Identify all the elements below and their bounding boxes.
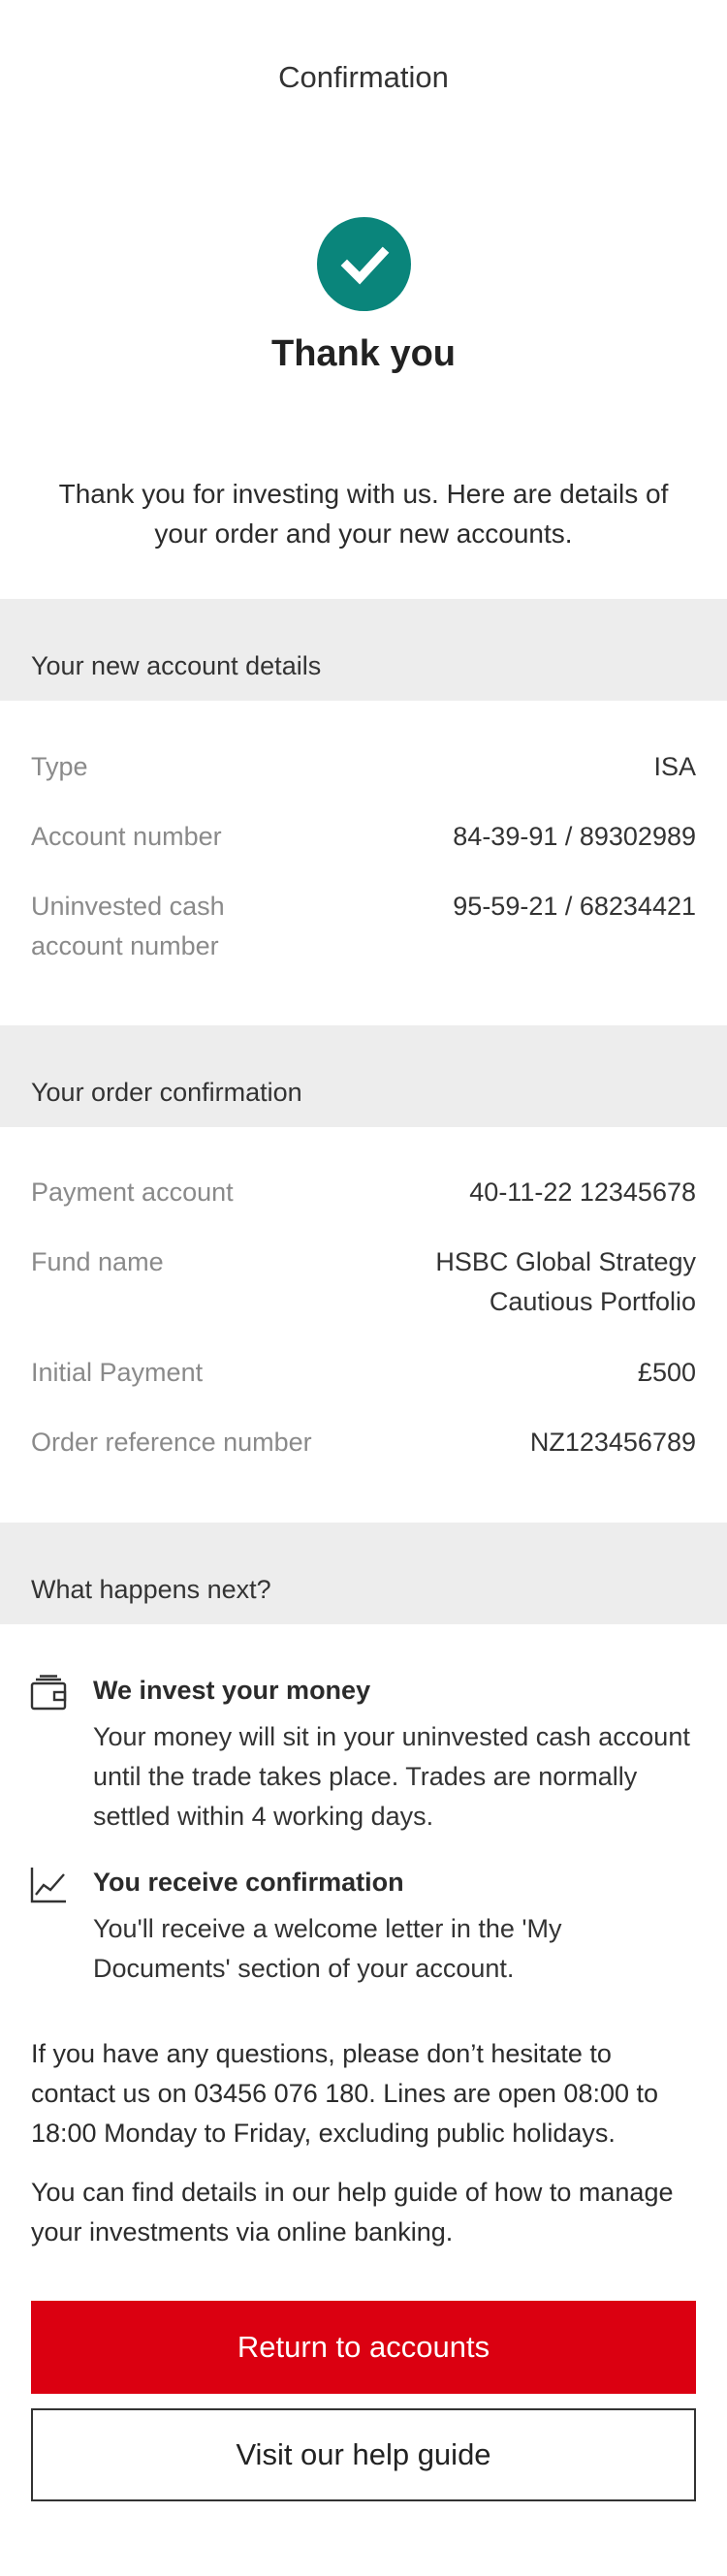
visit-help-guide-button[interactable]: Visit our help guide xyxy=(31,2408,696,2501)
page-title: Confirmation xyxy=(278,60,449,94)
account-type-label: Type xyxy=(31,752,88,781)
account-type-value: ISA xyxy=(653,752,696,781)
uninvested-cash-value: 95-59-21 / 68234421 xyxy=(453,892,696,921)
initial-payment-value: £500 xyxy=(637,1358,696,1387)
fund-name-value: HSBC Global Strategy Cautious Portfolio xyxy=(435,1242,696,1322)
step-invest-title: We invest your money xyxy=(93,1676,371,1705)
order-reference-value: NZ123456789 xyxy=(529,1428,696,1457)
uninvested-cash-label-line1: Uninvested cash xyxy=(31,892,225,921)
chart-icon xyxy=(29,1866,68,1904)
wallet-icon xyxy=(29,1674,68,1712)
account-details-title: Your new account details xyxy=(31,651,322,680)
help-guide-text: You can find details in our help guide o… xyxy=(31,2178,674,2246)
step-confirmation-text: You'll receive a welcome letter in the '… xyxy=(93,1914,562,1983)
contact-text: If you have any questions, please don’t … xyxy=(31,2039,659,2148)
uninvested-cash-label: Uninvested cash account number xyxy=(31,887,225,966)
account-number-label: Account number xyxy=(31,822,222,851)
payment-account-label: Payment account xyxy=(31,1178,234,1207)
account-details-header: Your new account details xyxy=(0,599,727,701)
order-confirmation-header: Your order confirmation xyxy=(0,1025,727,1127)
order-reference-label: Order reference number xyxy=(31,1428,312,1457)
intro-text: Thank you for investing with us. Here ar… xyxy=(58,479,669,549)
uninvested-cash-label-line2: account number xyxy=(31,931,219,960)
checkmark-icon xyxy=(317,217,411,311)
what-next-title: What happens next? xyxy=(31,1575,271,1604)
fund-name-value-line1: HSBC Global Strategy xyxy=(435,1247,696,1276)
fund-name-value-line2: Cautious Portfolio xyxy=(489,1287,696,1316)
payment-account-value: 40-11-22 12345678 xyxy=(469,1178,696,1207)
what-next-header: What happens next? xyxy=(0,1523,727,1624)
return-to-accounts-button[interactable]: Return to accounts xyxy=(31,2301,696,2394)
step-invest-text: Your money will sit in your uninvested c… xyxy=(93,1722,690,1831)
step-confirmation-title: You receive confirmation xyxy=(93,1868,404,1897)
order-confirmation-title: Your order confirmation xyxy=(31,1078,302,1107)
account-number-value: 84-39-91 / 89302989 xyxy=(453,822,696,851)
fund-name-label: Fund name xyxy=(31,1247,164,1276)
thank-you-heading: Thank you xyxy=(270,333,457,374)
initial-payment-label: Initial Payment xyxy=(31,1358,204,1387)
